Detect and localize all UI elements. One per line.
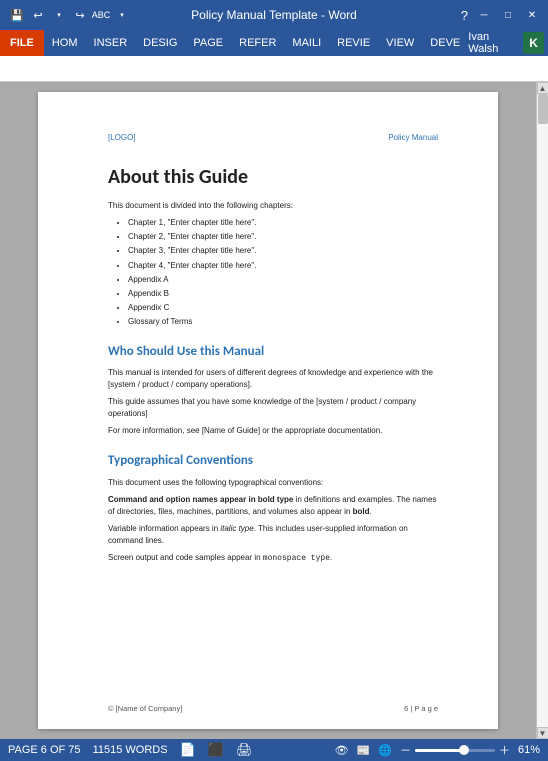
redo-icon[interactable]: ↪ [71,6,89,24]
section-title: About this Guide [108,162,438,192]
quick-access-toolbar: 💾 ↩ ▾ ↪ ABC ▾ [8,6,131,24]
list-item: Chapter 3, "Enter chapter title here". [128,245,438,256]
status-bar: PAGE 6 OF 75 11515 WORDS 📄 ⬛ 🖨 👁 📰 🌐 － ＋… [0,739,548,761]
scroll-track[interactable] [537,94,548,727]
section3-para3: Screen output and code samples appear in… [108,552,438,565]
section2-para3: For more information, see [Name of Guide… [108,425,438,437]
view-read-icon[interactable]: 👁 [335,744,349,757]
tab-insert[interactable]: INSER [86,30,136,56]
title-bar-left: 💾 ↩ ▾ ↪ ABC ▾ [8,6,131,24]
page-header: [LOGO] Policy Manual [108,132,438,144]
close-button[interactable]: ✕ [524,7,540,23]
zoom-bar[interactable] [415,749,495,752]
zoom-thumb[interactable] [459,745,469,755]
user-area: Ivan Walsh K [468,30,548,56]
list-item: Chapter 2, "Enter chapter title here". [128,231,438,242]
tab-view[interactable]: VIEW [378,30,422,56]
title-bar-right: ? ─ □ ✕ [461,7,540,23]
spelling-icon[interactable]: ABC [92,6,110,24]
user-name: Ivan Walsh [468,31,519,55]
print-icon[interactable]: 🖨 [236,742,253,758]
document-content: [LOGO] Policy Manual About this Guide Th… [0,82,536,739]
logo: [LOGO] [108,132,136,144]
section3-para1: Command and option names appear in bold … [108,494,438,518]
list-item: Chapter 1, "Enter chapter title here". [128,217,438,228]
ribbon-tabs: FILE HOM INSER DESIG PAGE REFER MAILI RE… [0,30,548,56]
save-icon[interactable]: 💾 [8,6,26,24]
view-web-icon[interactable]: 🌐 [378,744,392,757]
list-item: Glossary of Terms [128,316,438,327]
section3-intro: This document uses the following typogra… [108,477,438,489]
minimize-button[interactable]: ─ [476,7,492,23]
ribbon-commands [0,56,548,82]
tab-design[interactable]: DESIG [135,30,185,56]
doc-icon[interactable]: 📄 [180,742,196,758]
chapter-list: Chapter 1, "Enter chapter title here". C… [128,217,438,328]
section2-para2: This guide assumes that you have some kn… [108,396,438,420]
view-print-icon[interactable]: 📰 [357,744,371,757]
list-item: Chapter 4, "Enter chapter title here". [128,260,438,271]
title-bar: 💾 ↩ ▾ ↪ ABC ▾ Policy Manual Template - W… [0,0,548,30]
user-avatar: K [523,32,544,54]
tab-page-layout[interactable]: PAGE [185,30,231,56]
scroll-thumb[interactable] [538,94,548,124]
scroll-down-button[interactable]: ▼ [537,727,548,739]
section3-heading: Typographical Conventions [108,451,438,471]
page-footer: © [Name of Company] 6 | P a g e [38,703,498,714]
zoom-in-icon[interactable]: ＋ [499,742,510,758]
section2-para1: This manual is intended for users of dif… [108,367,438,391]
tab-file[interactable]: FILE [0,30,44,56]
zoom-slider[interactable]: － ＋ [400,742,510,758]
list-item: Appendix C [128,302,438,313]
layout-icon[interactable]: ⬛ [208,742,224,758]
vertical-scrollbar[interactable]: ▲ ▼ [536,82,548,739]
window-title: Policy Manual Template - Word [191,8,357,22]
zoom-out-icon[interactable]: － [400,742,411,758]
intro-text: This document is divided into the follow… [108,200,438,212]
section3-para2: Variable information appears in italic t… [108,523,438,547]
tab-references[interactable]: REFER [231,30,284,56]
help-icon[interactable]: ? [461,8,468,23]
undo-icon[interactable]: ↩ [29,6,47,24]
footer-company: © [Name of Company] [108,703,182,714]
tab-review[interactable]: REVIE [329,30,378,56]
ribbon: FILE HOM INSER DESIG PAGE REFER MAILI RE… [0,30,548,56]
footer-page: 6 | P a g e [404,703,438,714]
word-count: 11515 WORDS [93,744,168,756]
list-item: Appendix A [128,274,438,285]
page: [LOGO] Policy Manual About this Guide Th… [38,92,498,729]
section2-heading: Who Should Use this Manual [108,342,438,362]
document-area: [LOGO] Policy Manual About this Guide Th… [0,82,548,739]
maximize-button[interactable]: □ [500,7,516,23]
undo-dropdown-icon[interactable]: ▾ [50,6,68,24]
tab-developer[interactable]: DEVE [422,30,468,56]
tab-mailings[interactable]: MAILI [284,30,329,56]
tab-home[interactable]: HOM [44,30,86,56]
zoom-fill [415,749,463,752]
header-title: Policy Manual [388,132,438,144]
scroll-up-button[interactable]: ▲ [537,82,548,94]
list-item: Appendix B [128,288,438,299]
page-count: PAGE 6 OF 75 [8,744,81,756]
qat-dropdown-icon[interactable]: ▾ [113,6,131,24]
status-bar-right: 👁 📰 🌐 － ＋ 61% [335,742,540,758]
zoom-percent: 61% [518,744,540,756]
